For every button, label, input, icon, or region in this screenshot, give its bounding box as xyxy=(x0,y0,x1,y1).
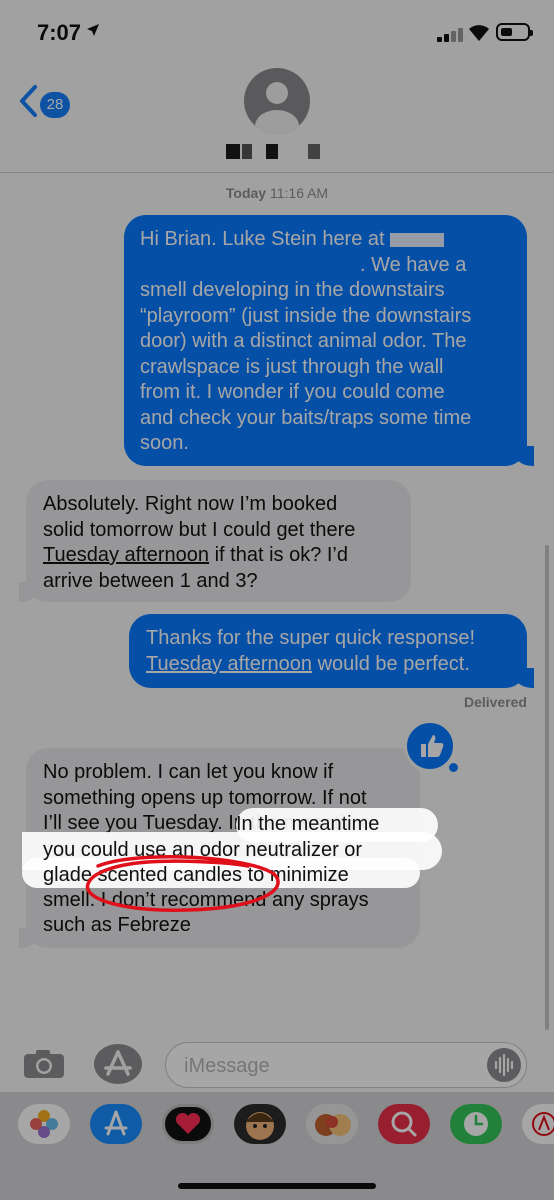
message-text: Hi Brian. Luke Stein here at . We have a… xyxy=(140,227,511,457)
contact-avatar[interactable] xyxy=(244,68,310,134)
bubble-tail xyxy=(19,928,39,948)
message-line: Thanks for the super quick response! xyxy=(146,627,476,649)
message-line: Tuesday afternoon if that is ok? I’d xyxy=(43,543,395,569)
delivered-status: Delivered xyxy=(463,694,527,710)
home-indicator[interactable] xyxy=(178,1183,376,1189)
message-text-part: . We have a smell developing in the down… xyxy=(140,253,472,455)
unread-count-badge: 28 xyxy=(40,92,70,118)
date-link[interactable]: Tuesday afternoon xyxy=(43,544,209,566)
timestamp-day: Today xyxy=(225,185,267,201)
clock-app-icon[interactable] xyxy=(450,1104,502,1144)
redacted-text xyxy=(390,232,445,247)
sent-message-bubble[interactable]: Thanks for the super quick response! Tue… xyxy=(129,614,534,688)
camera-icon xyxy=(24,1050,64,1078)
audio-message-button[interactable] xyxy=(487,1048,521,1082)
status-time: 7:07 xyxy=(37,20,82,45)
message-line: Absolutely. Right now I’m booked xyxy=(43,493,338,515)
bubble-tail xyxy=(514,446,534,466)
message-line: arrive between 1 and 3? xyxy=(43,569,258,592)
input-bar xyxy=(0,1040,554,1092)
more-apps-icon[interactable] xyxy=(522,1104,554,1144)
thumbs-up-tapback[interactable] xyxy=(404,720,456,772)
message-text-part: Hi Brian. Luke Stein here at xyxy=(140,228,385,250)
camera-button[interactable] xyxy=(22,1048,66,1080)
chevron-left-icon xyxy=(20,85,37,117)
images-search-app-icon[interactable] xyxy=(378,1104,430,1144)
status-bar: 7:07 xyxy=(0,0,554,60)
bubble-tail xyxy=(514,668,534,688)
red-annotation-circle xyxy=(85,855,280,912)
app-store-button[interactable] xyxy=(94,1044,142,1084)
date-link[interactable]: Tuesday afternoon xyxy=(146,653,312,675)
message-timestamp: Today 11:16 AM xyxy=(0,185,554,201)
waveform-icon xyxy=(494,1053,514,1077)
photos-app-icon[interactable] xyxy=(18,1104,70,1144)
location-arrow-icon xyxy=(86,23,100,41)
app-store-app-icon[interactable] xyxy=(90,1104,142,1144)
wifi-icon xyxy=(467,22,491,42)
back-button[interactable]: 28 xyxy=(18,84,78,124)
contact-name-redacted[interactable] xyxy=(224,144,324,162)
sent-message-bubble[interactable]: Hi Brian. Luke Stein here at . We have a… xyxy=(124,215,534,466)
message-text-part: would be perfect. xyxy=(312,652,470,675)
person-icon xyxy=(255,82,299,134)
imessage-input[interactable] xyxy=(182,1053,476,1079)
cellular-signal-icon xyxy=(437,28,465,42)
message-input-field[interactable] xyxy=(165,1042,527,1088)
received-message-bubble[interactable]: Absolutely. Right now I’m booked solid t… xyxy=(19,480,411,602)
message-text-part: if that is ok? I’d xyxy=(209,544,349,566)
app-store-icon xyxy=(104,1050,132,1076)
scrollbar[interactable] xyxy=(545,545,549,1030)
timestamp-time: 11:16 AM xyxy=(269,185,329,201)
tapback-tail-dot xyxy=(449,763,458,772)
bubble-tail xyxy=(19,582,39,602)
memoji-app-icon[interactable] xyxy=(234,1104,286,1144)
message-line: solid tomorrow but I could get there xyxy=(43,518,356,541)
thumbs-up-icon xyxy=(421,735,444,757)
conversation-header: 28 xyxy=(0,60,554,173)
digital-touch-app-icon[interactable] xyxy=(162,1104,214,1144)
memoji-stickers-app-icon[interactable] xyxy=(306,1104,358,1144)
battery-icon xyxy=(496,23,533,41)
message-line: Tuesday afternoon would be perfect. xyxy=(146,652,511,678)
